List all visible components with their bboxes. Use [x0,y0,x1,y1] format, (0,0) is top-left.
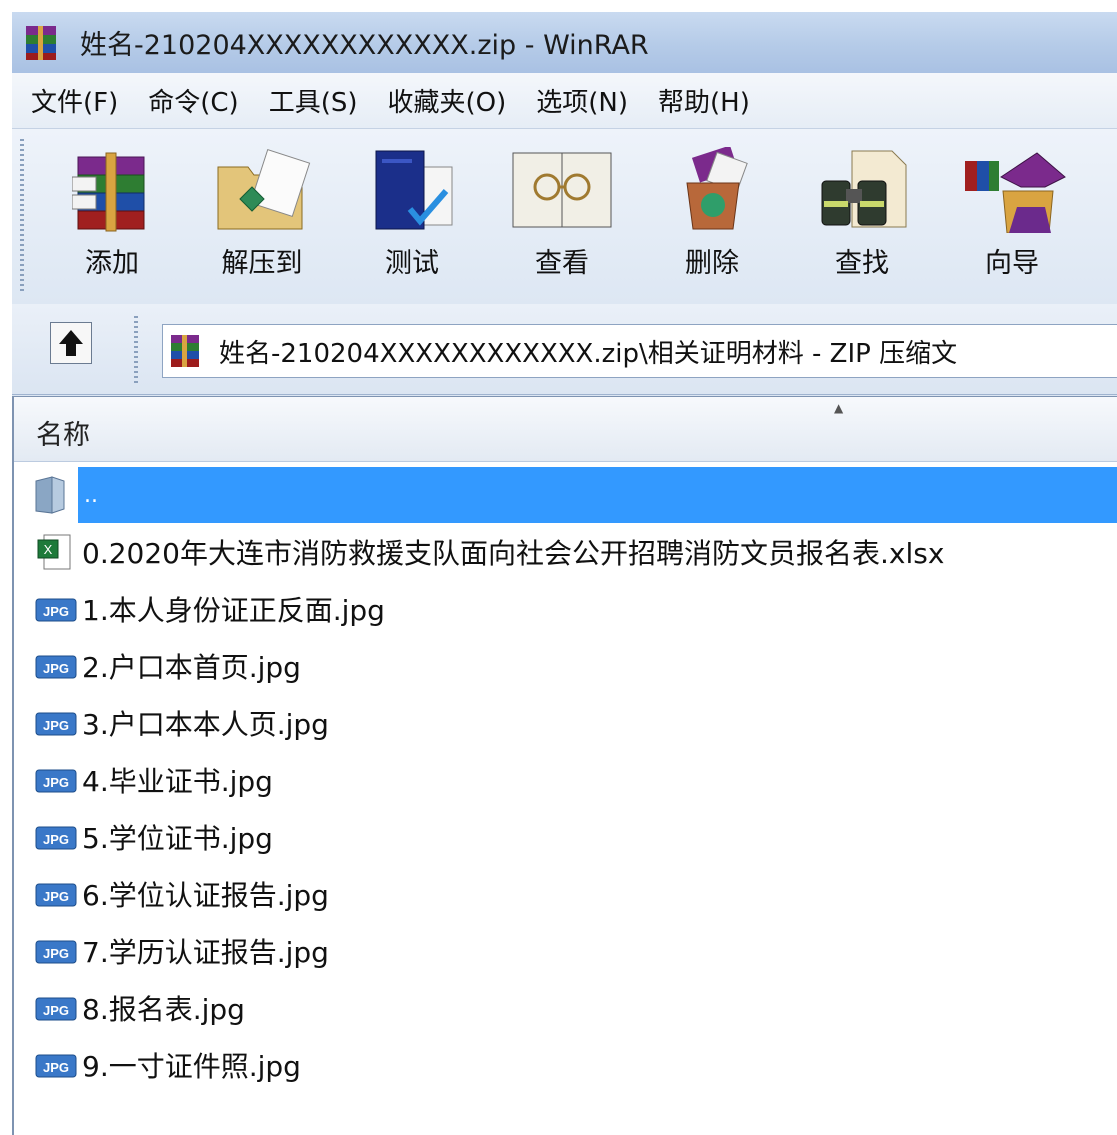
winrar-archive-icon [171,335,199,367]
test-book-icon [375,150,453,230]
file-name: 7.学历认证报告.jpg [82,935,329,969]
svg-text:JPG: JPG [43,889,69,904]
jpg-file-icon: JPG [35,1054,77,1077]
file-name: 0.2020年大连市消防救援支队面向社会公开招聘消防文员报名表.xlsx [82,536,945,570]
delete-label: 删除 [685,248,739,279]
file-rows: .. X 0.2020年大连市消防救援支队面向社会公开招聘消防文员报名表.xls… [14,467,1117,1093]
jpg-file-icon: JPG [35,826,77,849]
title-bar[interactable]: 姓名-210204XXXXXXXXXXXX.zip - WinRAR [12,12,1117,73]
test-button[interactable]: 测试 [352,137,472,297]
file-name: 3.户口本本人页.jpg [82,707,329,741]
up-folder-button[interactable] [50,322,92,364]
parent-folder-icon [35,476,65,514]
winrar-app-icon [26,25,56,60]
file-name: 6.学位认证报告.jpg [82,878,329,912]
binoculars-icon [821,150,907,228]
menu-commands[interactable]: 命令(C) [137,82,249,119]
extract-to-label: 解压到 [221,248,303,279]
svg-text:JPG: JPG [43,604,69,619]
recycle-bin-icon [686,147,748,230]
file-name: 1.本人身份证正反面.jpg [82,593,385,627]
extract-to-button[interactable]: 解压到 [202,137,322,297]
address-bar: 姓名-210204XXXXXXXXXXXX.zip\相关证明材料 - ZIP 压… [12,304,1117,395]
up-arrow-icon [59,330,83,356]
excel-file-icon: X [37,534,71,569]
svg-text:JPG: JPG [43,1060,69,1075]
add-label: 添加 [85,248,139,279]
menu-bar: 文件(F) 命令(C) 工具(S) 收藏夹(O) 选项(N) 帮助(H) [12,73,1117,129]
svg-text:JPG: JPG [43,661,69,676]
jpg-file-icon: JPG [35,769,77,792]
svg-text:JPG: JPG [43,775,69,790]
file-list: 名称 ▲ .. X 0.2020年大连市消防救援支队面向社会公开招聘消防文员报名… [12,396,1117,1135]
svg-text:JPG: JPG [43,832,69,847]
jpg-file-icon: JPG [35,940,77,963]
menu-help[interactable]: 帮助(H) [647,82,761,119]
menu-favorites[interactable]: 收藏夹(O) [377,82,518,119]
winrar-window: 姓名-210204XXXXXXXXXXXX.zip - WinRAR 文件(F)… [12,12,1117,1135]
svg-text:JPG: JPG [43,946,69,961]
wizard-icon [965,152,1066,233]
list-item[interactable]: JPG 5.学位证书.jpg [14,808,1117,865]
list-item[interactable]: JPG 9.一寸证件照.jpg [14,1036,1117,1093]
find-label: 查找 [835,248,889,279]
column-name-label: 名称 [36,420,90,451]
archive-path-field[interactable]: 姓名-210204XXXXXXXXXXXX.zip\相关证明材料 - ZIP 压… [162,324,1117,378]
test-label: 测试 [385,248,439,279]
jpg-file-icon: JPG [35,883,77,906]
sort-ascending-icon: ▲ [834,401,844,415]
view-label: 查看 [535,248,589,279]
add-button[interactable]: 添加 [52,137,172,297]
file-name: 8.报名表.jpg [82,992,245,1026]
view-button[interactable]: 查看 [502,137,622,297]
svg-text:X: X [44,542,53,557]
menu-file[interactable]: 文件(F) [20,82,129,119]
jpg-file-icon: JPG [35,712,77,735]
list-item[interactable]: JPG 8.报名表.jpg [14,979,1117,1036]
parent-folder-label: .. [84,482,98,508]
file-name: 2.户口本首页.jpg [82,650,301,684]
file-name: 4.毕业证书.jpg [82,764,273,798]
selection-highlight: .. [78,467,1117,523]
archive-path-text: 姓名-210204XXXXXXXXXXXX.zip\相关证明材料 - ZIP 压… [219,338,958,369]
wizard-button[interactable]: 向导 [952,137,1072,297]
list-item[interactable]: JPG 7.学历认证报告.jpg [14,922,1117,979]
jpg-file-icon: JPG [35,598,77,621]
column-header-name[interactable]: 名称 ▲ [14,397,1117,462]
add-archive-icon [72,152,145,232]
parent-folder-row[interactable]: .. [14,467,1117,523]
find-button[interactable]: 查找 [802,137,922,297]
extract-folder-icon [217,148,311,230]
list-item[interactable]: X 0.2020年大连市消防救援支队面向社会公开招聘消防文员报名表.xlsx [14,523,1117,580]
view-book-icon [512,152,612,228]
file-name: 5.学位证书.jpg [82,821,273,855]
delete-button[interactable]: 删除 [652,137,772,297]
list-item[interactable]: JPG 2.户口本首页.jpg [14,637,1117,694]
jpg-file-icon: JPG [35,655,77,678]
menu-options[interactable]: 选项(N) [525,82,639,119]
svg-text:JPG: JPG [43,1003,69,1018]
list-item[interactable]: JPG 4.毕业证书.jpg [14,751,1117,808]
wizard-label: 向导 [985,248,1039,279]
address-grip[interactable] [134,316,138,386]
toolbar-grip[interactable] [20,139,24,294]
list-item[interactable]: JPG 6.学位认证报告.jpg [14,865,1117,922]
jpg-file-icon: JPG [35,997,77,1020]
list-item[interactable]: JPG 1.本人身份证正反面.jpg [14,580,1117,637]
list-item[interactable]: JPG 3.户口本本人页.jpg [14,694,1117,751]
svg-text:JPG: JPG [43,718,69,733]
window-title: 姓名-210204XXXXXXXXXXXX.zip - WinRAR [80,30,649,61]
menu-tools[interactable]: 工具(S) [258,82,369,119]
file-name: 9.一寸证件照.jpg [82,1049,301,1083]
toolbar: 添加 解压到 测试 查看 删除 查找 向导 [12,129,1117,305]
